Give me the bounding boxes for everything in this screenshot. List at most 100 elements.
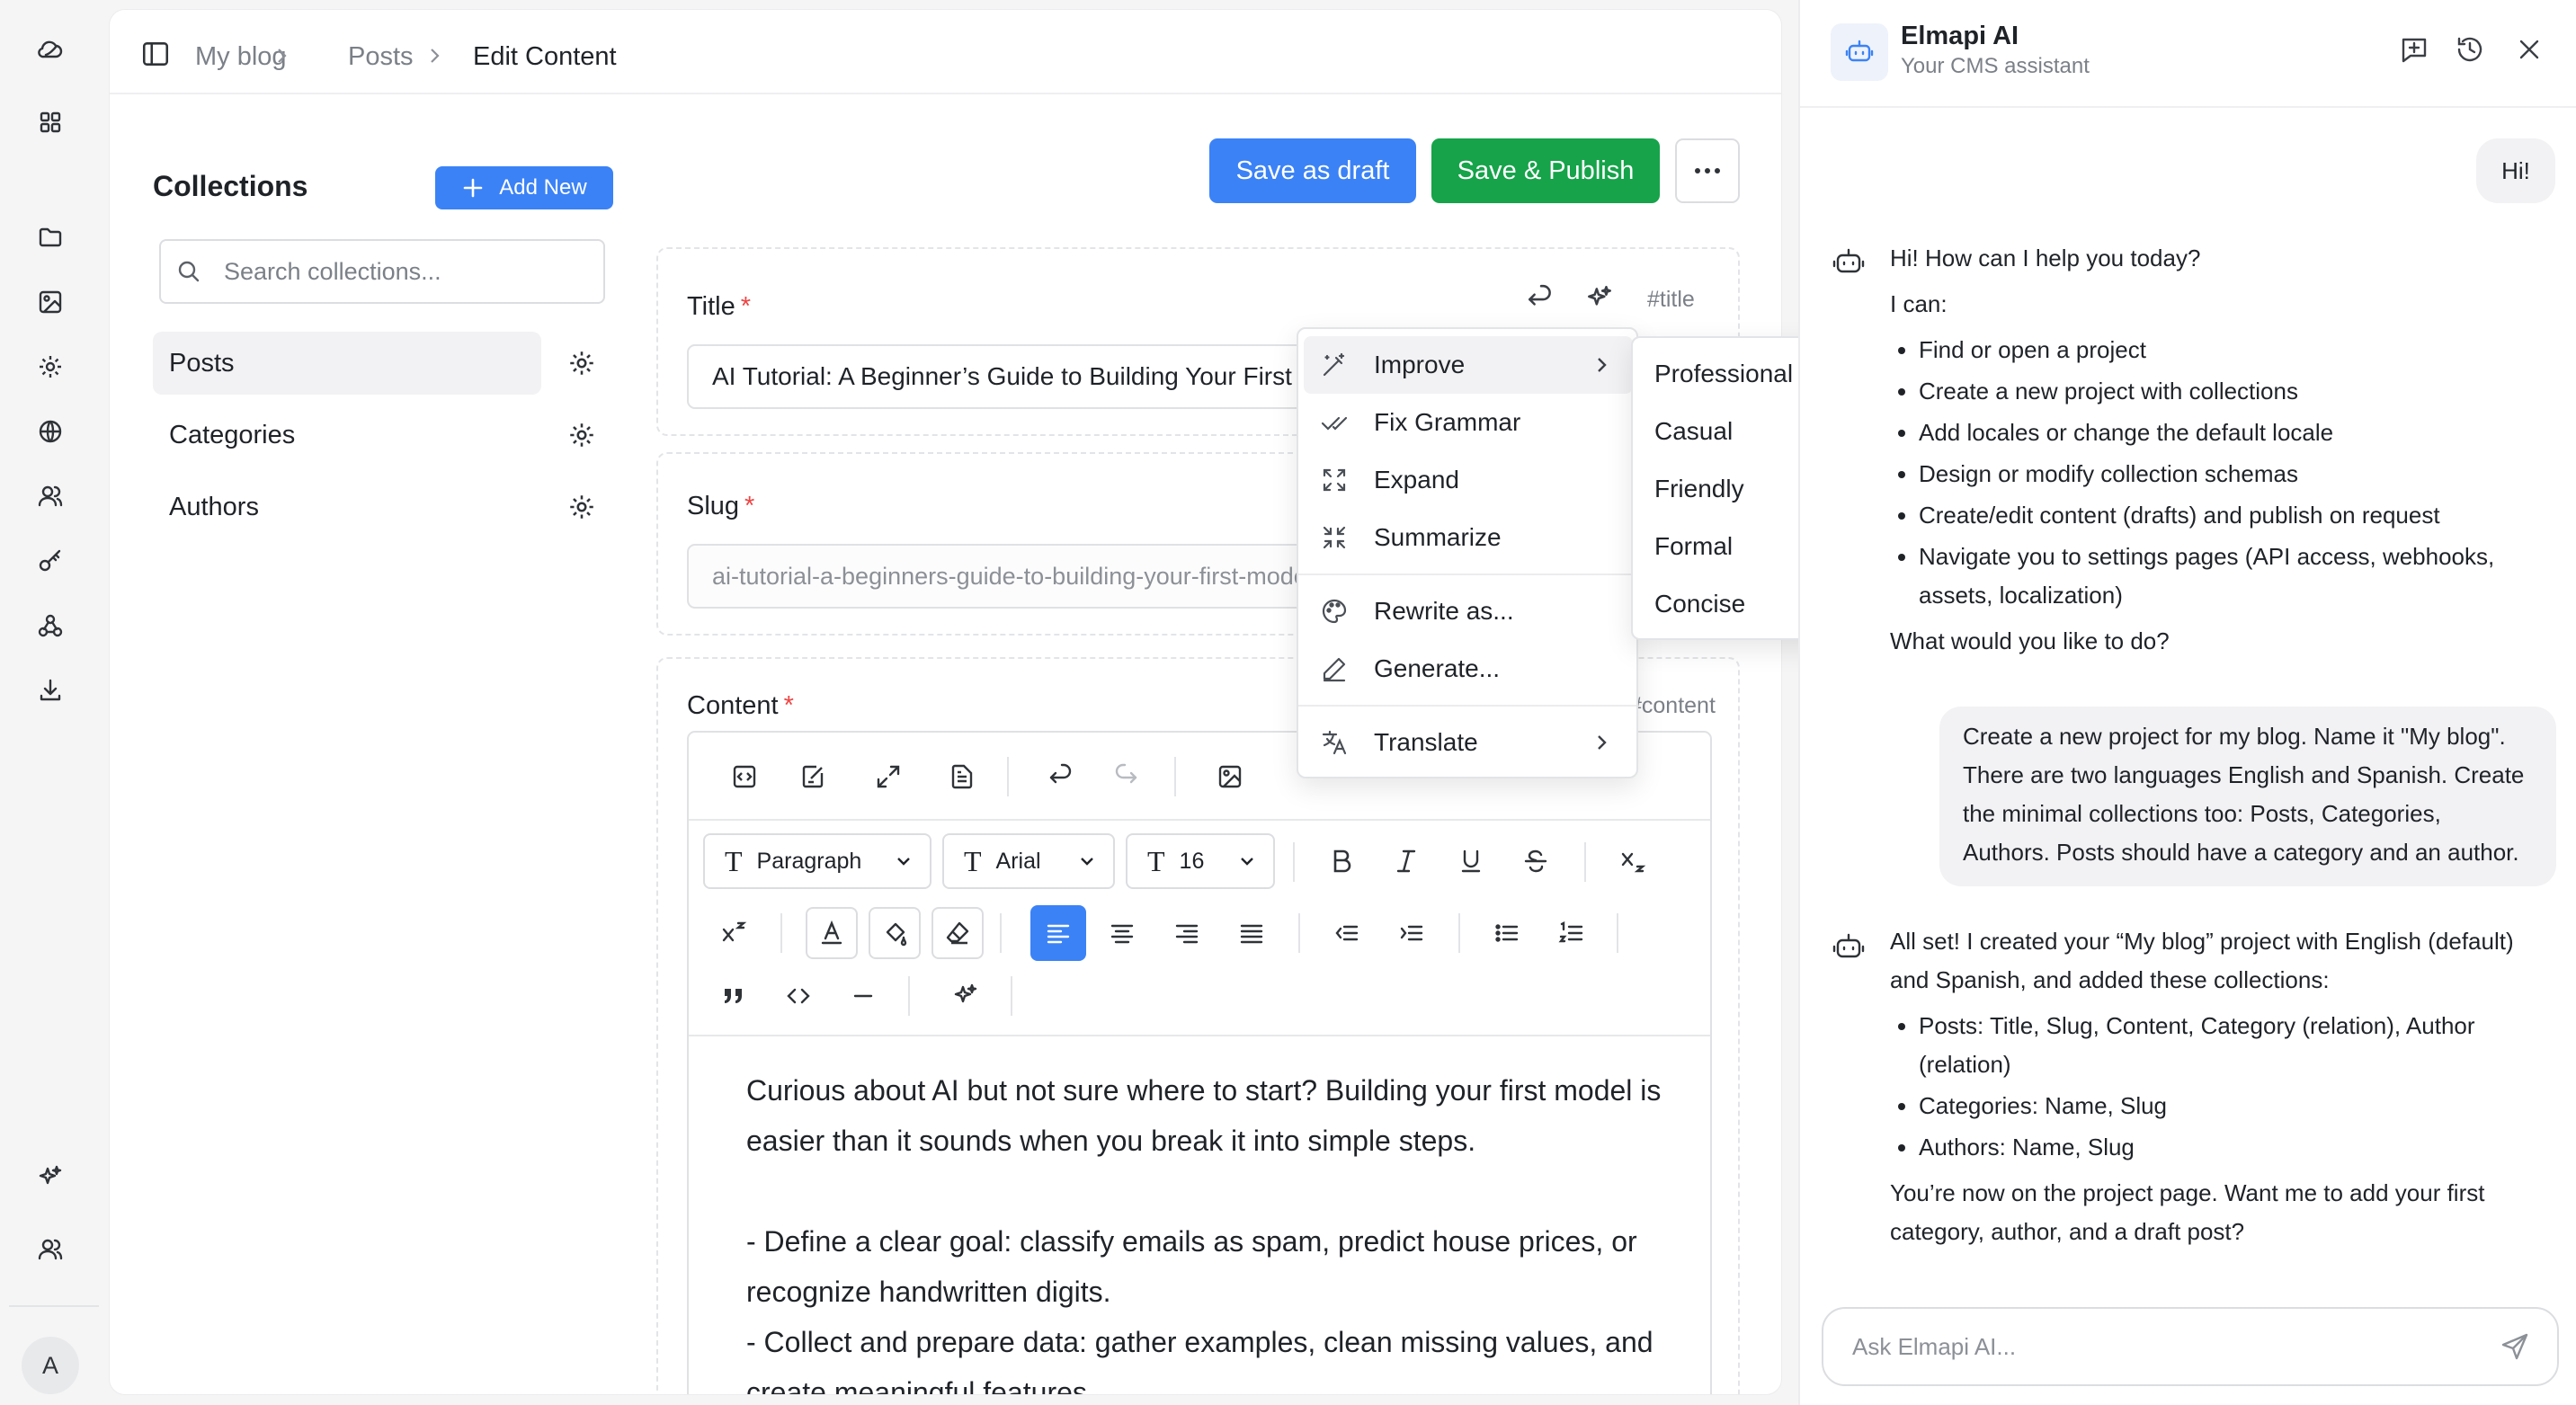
more-options-button[interactable] (1675, 138, 1740, 203)
user-message: Hi! (2476, 138, 2555, 203)
toolbar-divider (1298, 913, 1300, 953)
undo-icon[interactable] (1525, 283, 1555, 314)
indent-icon[interactable] (1394, 915, 1430, 951)
chevron-right-icon (272, 46, 290, 66)
assistant-subtitle: Your CMS assistant (1901, 54, 2090, 78)
subscript-icon[interactable] (1615, 843, 1651, 879)
user-message: Create a new project for my blog. Name i… (1939, 707, 2556, 886)
collections-search-input[interactable] (224, 257, 584, 286)
expand-icon (1323, 468, 1346, 492)
highlight-color-icon[interactable] (869, 907, 921, 959)
underline-icon[interactable] (1453, 843, 1489, 879)
collection-item-authors[interactable]: Authors (153, 476, 541, 538)
editor-content[interactable]: Curious about AI but not sure where to s… (746, 1065, 1663, 1394)
align-center-icon[interactable] (1104, 915, 1140, 951)
font-family-select[interactable]: T Arial (942, 833, 1115, 889)
cloud-logo-icon[interactable] (25, 25, 76, 76)
horizontal-rule-icon[interactable] (845, 978, 881, 1014)
ai-actions-menu: Improve Fix Grammar Expand Summarize Rew… (1297, 327, 1638, 778)
globe-icon[interactable] (25, 406, 76, 457)
tone-formal[interactable]: Formal (1654, 532, 1733, 561)
search-icon (178, 261, 200, 282)
edit-document-icon[interactable] (795, 759, 831, 795)
menu-item-summarize[interactable]: Summarize (1304, 509, 1633, 566)
breadcrumb-section[interactable]: Posts (348, 42, 414, 72)
user-avatar[interactable]: A (22, 1337, 79, 1394)
menu-item-generate[interactable]: Generate... (1304, 640, 1633, 698)
numbered-list-icon[interactable] (1554, 915, 1590, 951)
new-chat-icon[interactable] (2399, 34, 2429, 65)
italic-icon[interactable] (1388, 843, 1424, 879)
bold-icon[interactable] (1324, 843, 1359, 879)
authors-settings-gear-icon[interactable] (566, 492, 597, 522)
undo-icon[interactable] (1043, 759, 1079, 795)
close-icon[interactable] (2514, 34, 2545, 65)
categories-settings-gear-icon[interactable] (566, 420, 597, 450)
toolbar-divider (780, 913, 782, 953)
blockquote-icon[interactable] (716, 978, 752, 1014)
users-icon[interactable] (25, 471, 76, 521)
magic-wand-icon (1323, 352, 1345, 377)
history-icon[interactable] (2455, 34, 2485, 65)
fullscreen-icon[interactable] (870, 759, 906, 795)
outdent-icon[interactable] (1329, 915, 1365, 951)
insert-image-icon[interactable] (1212, 759, 1248, 795)
save-publish-button[interactable]: Save & Publish (1431, 138, 1660, 203)
collections-search[interactable] (159, 239, 605, 304)
tone-professional[interactable]: Professional (1654, 360, 1793, 388)
tone-casual[interactable]: Casual (1654, 417, 1733, 446)
toolbar-divider (1584, 842, 1586, 882)
collection-item-categories[interactable]: Categories (153, 404, 541, 467)
download-icon[interactable] (25, 665, 76, 716)
key-icon[interactable] (25, 536, 76, 586)
content-paragraph: - Define a clear goal: classify emails a… (746, 1225, 1637, 1308)
posts-settings-gear-icon[interactable] (566, 348, 597, 378)
ai-sparkle-icon[interactable] (25, 1152, 76, 1203)
collection-item-posts[interactable]: Posts (153, 332, 541, 395)
ai-sparkle-icon[interactable] (948, 978, 984, 1014)
bullet-list-icon[interactable] (1489, 915, 1525, 951)
top-bar: My blog Posts Edit Content (110, 10, 1781, 94)
plus-icon (463, 178, 483, 198)
strikethrough-icon[interactable] (1518, 843, 1554, 879)
list-item: Add locales or change the default locale (1919, 413, 2528, 452)
folder-icon[interactable] (25, 212, 76, 262)
webhook-icon[interactable] (25, 600, 76, 651)
collections-title: Collections (153, 170, 308, 202)
list-item: Create a new project with collections (1919, 372, 2528, 411)
toolbar-divider (1000, 913, 1002, 953)
menu-item-rewrite[interactable]: Rewrite as... (1304, 582, 1633, 640)
tone-concise[interactable]: Concise (1654, 590, 1745, 618)
assistant-input[interactable] (1852, 1332, 2464, 1361)
align-left-icon[interactable] (1030, 905, 1086, 961)
clear-format-icon[interactable] (931, 907, 984, 959)
add-new-button[interactable]: Add New (435, 166, 613, 209)
menu-item-fix-grammar[interactable]: Fix Grammar (1304, 394, 1633, 451)
redo-icon[interactable] (1108, 759, 1144, 795)
assistant-input-box[interactable] (1822, 1307, 2559, 1386)
assistant-header: Elmapi AI Your CMS assistant (1800, 0, 2576, 108)
image-icon[interactable] (25, 277, 76, 327)
font-size-select[interactable]: T 16 (1126, 833, 1275, 889)
align-right-icon[interactable] (1169, 915, 1205, 951)
align-justify-icon[interactable] (1234, 915, 1270, 951)
toolbar-divider (1007, 757, 1009, 796)
superscript-icon[interactable] (716, 915, 752, 951)
dashboard-grid-icon[interactable] (25, 97, 76, 147)
ellipsis-icon (1695, 168, 1720, 173)
preview-document-icon[interactable] (944, 759, 980, 795)
sidebar-toggle-icon[interactable] (140, 39, 171, 69)
menu-item-translate[interactable]: Translate (1304, 714, 1633, 771)
code-icon[interactable] (780, 978, 816, 1014)
source-code-icon[interactable] (726, 759, 762, 795)
settings-gear-icon[interactable] (25, 342, 76, 392)
team-icon[interactable] (25, 1224, 76, 1275)
block-type-select[interactable]: T Paragraph (703, 833, 931, 889)
send-icon[interactable] (2500, 1331, 2530, 1362)
menu-item-improve[interactable]: Improve (1304, 336, 1633, 394)
tone-friendly[interactable]: Friendly (1654, 475, 1744, 503)
ai-sparkle-icon[interactable] (1584, 283, 1615, 314)
text-color-icon[interactable] (806, 907, 858, 959)
save-draft-button[interactable]: Save as draft (1209, 138, 1416, 203)
menu-item-expand[interactable]: Expand (1304, 451, 1633, 509)
